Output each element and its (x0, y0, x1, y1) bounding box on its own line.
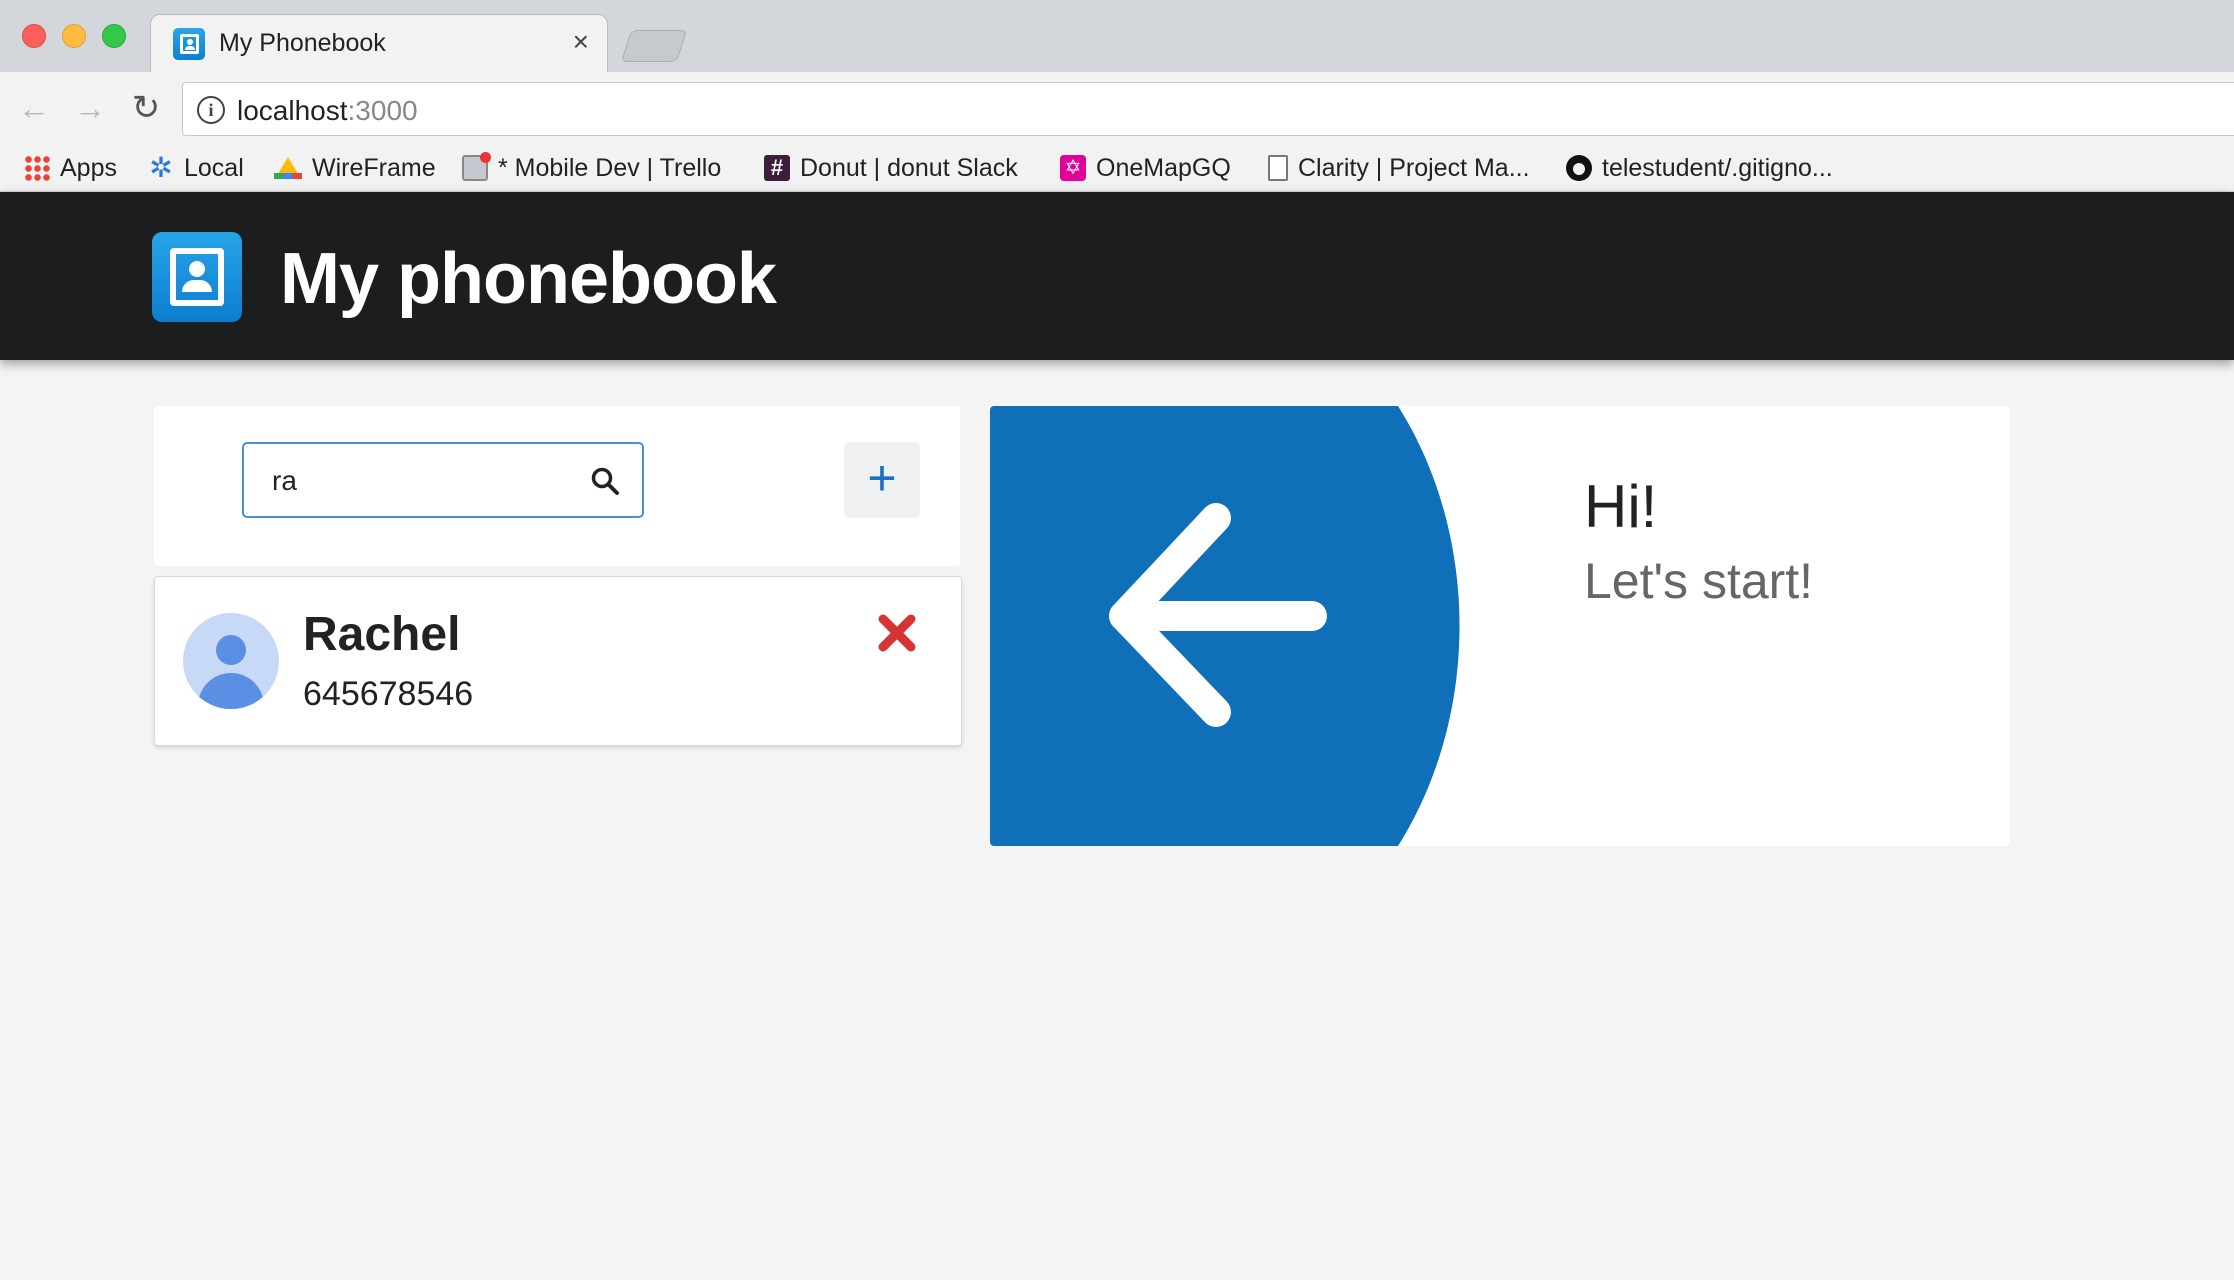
bookmark-local[interactable]: ✲ Local (148, 152, 244, 184)
avatar-icon (183, 613, 279, 709)
contact-name: Rachel (303, 608, 461, 661)
search-field[interactable] (242, 442, 644, 518)
delete-x-icon[interactable] (875, 611, 919, 655)
apps-grid-icon (24, 155, 50, 181)
bookmark-trello[interactable]: * Mobile Dev | Trello (462, 152, 721, 184)
back-arrow-icon[interactable]: ← (16, 90, 52, 126)
bookmark-label: Clarity | Project Ma... (1298, 153, 1530, 182)
search-icon[interactable] (590, 466, 620, 496)
bookmarks-bar: Apps ✲ Local WireFrame * Mobile Dev | Tr… (0, 146, 2234, 192)
bookmark-label: OneMapGQ (1096, 153, 1231, 182)
new-tab-button[interactable] (620, 30, 688, 62)
site-info-icon[interactable]: i (197, 96, 225, 124)
bookmark-label: telestudent/.gitigno... (1602, 153, 1833, 182)
bookmark-label: Donut | donut Slack (800, 153, 1018, 182)
window-zoom-button[interactable] (102, 24, 126, 48)
add-contact-button[interactable]: + (844, 442, 920, 518)
url-port: :3000 (347, 95, 418, 126)
bookmark-label: WireFrame (312, 153, 436, 182)
forward-arrow-icon[interactable]: → (72, 90, 108, 126)
welcome-arc-shape (990, 406, 1460, 846)
bookmark-wireframe[interactable]: WireFrame (274, 152, 436, 184)
bookmark-label: Apps (60, 153, 117, 182)
url-host: localhost (237, 95, 348, 126)
browser-tab-strip: My Phonebook × (0, 0, 2234, 72)
tab-title: My Phonebook (219, 29, 386, 57)
contact-phone: 645678546 (303, 675, 474, 713)
window-close-button[interactable] (22, 24, 46, 48)
url-text[interactable]: localhost:3000 (237, 95, 418, 127)
app-header: My phonebook (0, 192, 2234, 360)
browser-tab[interactable]: My Phonebook × (150, 14, 608, 72)
github-icon (1566, 155, 1592, 181)
phonebook-favicon-icon (173, 28, 205, 60)
reload-icon[interactable]: ↻ (128, 90, 164, 126)
welcome-greeting: Hi! (1584, 473, 1658, 540)
trello-icon (462, 152, 491, 181)
document-icon (1268, 155, 1288, 181)
welcome-panel: Hi! Let's start! (990, 406, 2010, 846)
google-drive-icon (274, 155, 302, 181)
bookmark-clarity[interactable]: Clarity | Project Ma... (1268, 152, 1530, 184)
bookmark-label: * Mobile Dev | Trello (498, 153, 722, 182)
bookmark-onemap[interactable]: ✡ OneMapGQ (1060, 152, 1231, 184)
bookmark-apps[interactable]: Apps (24, 152, 117, 184)
page-title: My phonebook (280, 239, 777, 319)
graphql-icon: ✡ (1060, 155, 1086, 181)
address-bar[interactable]: i localhost:3000 (182, 82, 2234, 136)
bookmark-label: Local (184, 153, 244, 182)
bookmark-github[interactable]: telestudent/.gitigno... (1566, 152, 1833, 184)
bookmark-slack[interactable]: # Donut | donut Slack (764, 152, 1018, 184)
slack-hash-icon: # (764, 155, 790, 181)
browser-toolbar: ← → ↻ i localhost:3000 (0, 72, 2234, 146)
contact-list-item[interactable]: Rachel 645678546 (154, 576, 962, 746)
search-input[interactable] (272, 462, 572, 500)
window-minimize-button[interactable] (62, 24, 86, 48)
phonebook-logo-icon (152, 232, 242, 322)
plus-icon: + (867, 450, 897, 506)
search-panel: + (154, 406, 960, 566)
gear-icon: ✲ (149, 152, 173, 183)
welcome-subtitle: Let's start! (1584, 553, 1814, 609)
tab-close-icon[interactable]: × (573, 27, 589, 57)
